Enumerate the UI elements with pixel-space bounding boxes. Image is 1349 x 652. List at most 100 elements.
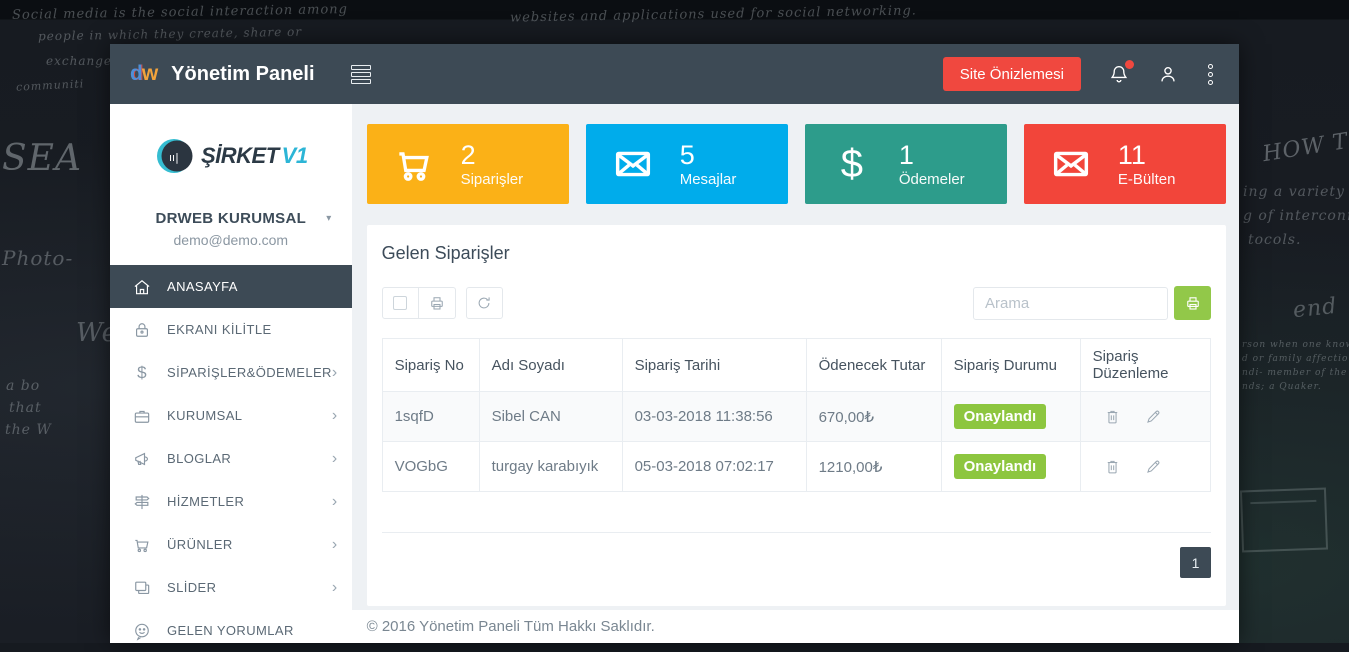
select-all-button[interactable] xyxy=(382,287,419,319)
sidebar-item-ekrani-kilitle[interactable]: EKRANI KİLİTLE xyxy=(110,308,352,351)
chalk-text: that xyxy=(9,400,42,416)
app-body: ıı| ŞİRKETV1 DRWEB KURUMSAL ▾ demo@demo.… xyxy=(110,104,1239,643)
column-header-siparis-tarihi[interactable]: Sipariş Tarihi xyxy=(622,339,806,392)
print-button[interactable] xyxy=(419,287,456,319)
column-header-siparis-durumu[interactable]: Sipariş Durumu xyxy=(941,339,1080,392)
envelope-icon xyxy=(1024,141,1118,187)
stat-value: 5 xyxy=(680,140,737,171)
chevron-right-icon: › xyxy=(332,493,338,511)
stat-label: Mesajlar xyxy=(680,171,737,188)
stat-label: Siparişler xyxy=(461,171,524,188)
cell-amount: 670,00₺ xyxy=(806,392,941,442)
admin-panel-window: dw Yönetim Paneli Site Önizlemesi xyxy=(110,44,1239,643)
sidebar-item-label: ANASAYFA xyxy=(167,279,238,294)
cell-name: Sibel CAN xyxy=(479,392,622,442)
chalk-text: the W xyxy=(5,422,52,438)
sidebar-item-anasayfa[interactable]: ANASAYFA xyxy=(110,265,352,308)
chalk-doodle-box xyxy=(1240,488,1328,553)
row-actions xyxy=(1093,457,1198,476)
column-header-siparis-no[interactable]: Sipariş No xyxy=(382,339,479,392)
cart-icon xyxy=(132,535,152,555)
sidebar-menu: ANASAYFA EKRANI KİLİTLE $ SİPARİŞLER&ÖDE… xyxy=(110,265,352,652)
sidebar-item-siparisler-odemeler[interactable]: $ SİPARİŞLER&ÖDEMELER › xyxy=(110,351,352,394)
chalk-text: SEA xyxy=(2,138,82,179)
footer: © 2016 Yönetim Paneli Tüm Hakkı Saklıdır… xyxy=(352,610,1239,643)
notification-badge-dot xyxy=(1125,60,1134,69)
cell-date: 05-03-2018 07:02:17 xyxy=(622,442,806,492)
stat-card-mesajlar[interactable]: 5 Mesajlar xyxy=(586,124,788,204)
refresh-button[interactable] xyxy=(466,287,503,319)
sidebar-item-gelen-yorumlar[interactable]: GELEN YORUMLAR xyxy=(110,609,352,652)
sidebar-item-kurumsal[interactable]: KURUMSAL › xyxy=(110,394,352,437)
table-header-row: Sipariş No Adı Soyadı Sipariş Tarihi Öde… xyxy=(382,339,1210,392)
chalk-text: communiti xyxy=(16,77,85,94)
stat-cards-row: 2 Siparişler 5 Mesajlar $ xyxy=(367,124,1226,204)
page-button-1[interactable]: 1 xyxy=(1180,547,1211,578)
cell-order-no: VOGbG xyxy=(382,442,479,492)
sidebar-item-label: ÜRÜNLER xyxy=(167,537,233,552)
edit-pencil-icon[interactable] xyxy=(1144,407,1163,426)
account-name: DRWEB KURUMSAL ▾ xyxy=(110,210,352,227)
cell-order-no: 1sqfD xyxy=(382,392,479,442)
notifications-bell-icon[interactable] xyxy=(1108,63,1130,85)
stat-card-text: 5 Mesajlar xyxy=(680,140,737,188)
stat-label: Ödemeler xyxy=(899,171,965,188)
brand[interactable]: dw Yönetim Paneli xyxy=(110,62,315,86)
sidebar-item-hizmetler[interactable]: HİZMETLER › xyxy=(110,480,352,523)
search-print-button[interactable] xyxy=(1174,286,1211,320)
cell-status: Onaylandı xyxy=(941,442,1080,492)
navbar-right: Site Önizlemesi xyxy=(943,57,1239,91)
account-dropdown-caret-icon[interactable]: ▾ xyxy=(326,213,331,224)
delete-trash-icon[interactable] xyxy=(1103,457,1122,476)
row-actions xyxy=(1093,407,1198,426)
stat-card-text: 1 Ödemeler xyxy=(899,140,965,188)
column-header-siparis-duzenleme[interactable]: Sipariş Düzenleme xyxy=(1080,339,1210,392)
lock-icon xyxy=(132,320,152,340)
sidebar-item-label: KURUMSAL xyxy=(167,408,242,423)
stat-value: 2 xyxy=(461,140,524,171)
search-input[interactable] xyxy=(973,287,1168,320)
column-header-odenecek-tutar[interactable]: Ödenecek Tutar xyxy=(806,339,941,392)
comment-smile-icon xyxy=(132,621,152,641)
column-header-adi-soyadi[interactable]: Adı Soyadı xyxy=(479,339,622,392)
sidebar-item-bloglar[interactable]: BLOGLAR › xyxy=(110,437,352,480)
sidebar-item-urunler[interactable]: ÜRÜNLER › xyxy=(110,523,352,566)
orders-panel: Gelen Siparişler xyxy=(367,225,1226,606)
company-logo-text: ŞİRKETV1 xyxy=(201,143,308,169)
signpost-icon xyxy=(132,492,152,512)
briefcase-icon xyxy=(132,406,152,426)
company-logo-version: V1 xyxy=(282,143,308,168)
stat-card-ebulten[interactable]: 11 E-Bülten xyxy=(1024,124,1226,204)
delete-trash-icon[interactable] xyxy=(1103,407,1122,426)
svg-text:ıı|: ıı| xyxy=(169,151,179,164)
user-profile-icon[interactable] xyxy=(1157,63,1179,85)
company-logo-icon: ıı| xyxy=(154,136,194,176)
site-preview-button[interactable]: Site Önizlemesi xyxy=(943,57,1081,91)
sidebar-toggle-icon[interactable] xyxy=(351,63,371,86)
stat-value: 1 xyxy=(899,140,965,171)
sidebar-header: ıı| ŞİRKETV1 DRWEB KURUMSAL ▾ demo@demo.… xyxy=(110,104,352,248)
edit-pencil-icon[interactable] xyxy=(1144,457,1163,476)
chalk-text: tocols. xyxy=(1248,232,1301,248)
cell-actions xyxy=(1080,392,1210,442)
home-icon xyxy=(132,277,152,297)
chalk-text: a bo xyxy=(6,378,40,394)
company-logo[interactable]: ıı| ŞİRKETV1 xyxy=(110,118,352,194)
stat-card-odemeler[interactable]: $ 1 Ödemeler xyxy=(805,124,1007,204)
table-row: 1sqfD Sibel CAN 03-03-2018 11:38:56 670,… xyxy=(382,392,1210,442)
layers-icon xyxy=(132,578,152,598)
sidebar-item-label: SİPARİŞLER&ÖDEMELER xyxy=(167,365,332,380)
printer-icon xyxy=(428,294,446,312)
dw-logo: dw xyxy=(130,62,157,86)
cell-actions xyxy=(1080,442,1210,492)
sidebar-item-slider[interactable]: SLİDER › xyxy=(110,566,352,609)
more-options-kebab-icon[interactable] xyxy=(1206,62,1215,87)
select-all-checkbox[interactable] xyxy=(393,296,407,310)
dollar-icon: $ xyxy=(805,144,899,184)
dollar-icon: $ xyxy=(132,363,152,383)
status-badge: Onaylandı xyxy=(954,454,1047,479)
chalk-text: Social media is the social interaction a… xyxy=(12,2,348,23)
sidebar-item-label: BLOGLAR xyxy=(167,451,231,466)
sidebar-item-label: EKRANI KİLİTLE xyxy=(167,322,272,337)
stat-card-siparisler[interactable]: 2 Siparişler xyxy=(367,124,569,204)
